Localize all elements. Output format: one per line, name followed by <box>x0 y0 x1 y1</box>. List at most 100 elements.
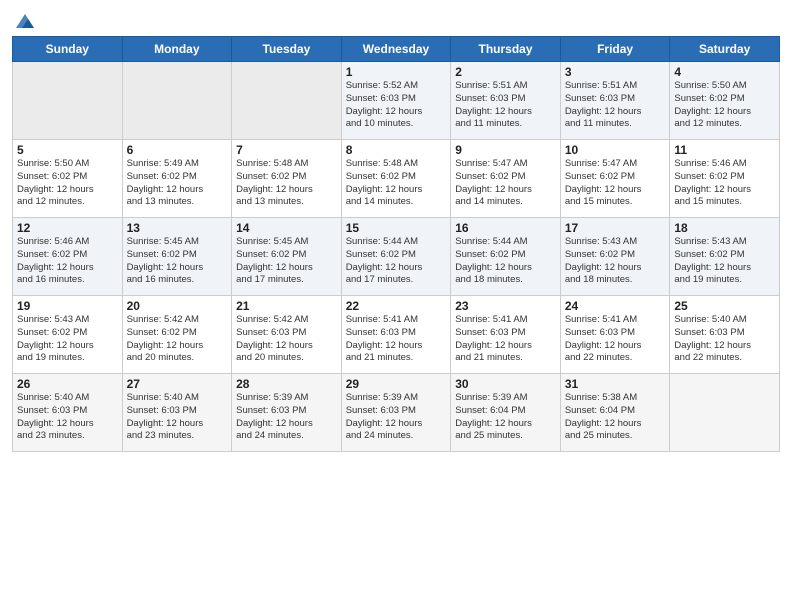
day-number: 2 <box>455 65 556 79</box>
day-number: 16 <box>455 221 556 235</box>
day-number: 26 <box>17 377 118 391</box>
day-number: 9 <box>455 143 556 157</box>
day-number: 12 <box>17 221 118 235</box>
calendar-week-row: 19Sunrise: 5:43 AM Sunset: 6:02 PM Dayli… <box>13 296 780 374</box>
calendar-week-row: 26Sunrise: 5:40 AM Sunset: 6:03 PM Dayli… <box>13 374 780 452</box>
day-number: 11 <box>674 143 775 157</box>
day-info: Sunrise: 5:41 AM Sunset: 6:03 PM Dayligh… <box>455 314 556 365</box>
day-info: Sunrise: 5:46 AM Sunset: 6:02 PM Dayligh… <box>674 158 775 209</box>
day-info: Sunrise: 5:51 AM Sunset: 6:03 PM Dayligh… <box>455 80 556 131</box>
weekday-header-monday: Monday <box>122 37 232 62</box>
day-number: 10 <box>565 143 666 157</box>
day-info: Sunrise: 5:47 AM Sunset: 6:02 PM Dayligh… <box>565 158 666 209</box>
calendar-cell: 24Sunrise: 5:41 AM Sunset: 6:03 PM Dayli… <box>560 296 670 374</box>
calendar-cell: 8Sunrise: 5:48 AM Sunset: 6:02 PM Daylig… <box>341 140 451 218</box>
day-number: 4 <box>674 65 775 79</box>
day-info: Sunrise: 5:43 AM Sunset: 6:02 PM Dayligh… <box>674 236 775 287</box>
day-info: Sunrise: 5:45 AM Sunset: 6:02 PM Dayligh… <box>127 236 228 287</box>
calendar-cell <box>122 62 232 140</box>
day-number: 31 <box>565 377 666 391</box>
calendar-cell: 22Sunrise: 5:41 AM Sunset: 6:03 PM Dayli… <box>341 296 451 374</box>
day-number: 17 <box>565 221 666 235</box>
day-info: Sunrise: 5:48 AM Sunset: 6:02 PM Dayligh… <box>346 158 447 209</box>
day-number: 18 <box>674 221 775 235</box>
day-info: Sunrise: 5:43 AM Sunset: 6:02 PM Dayligh… <box>565 236 666 287</box>
weekday-header-wednesday: Wednesday <box>341 37 451 62</box>
calendar-cell: 25Sunrise: 5:40 AM Sunset: 6:03 PM Dayli… <box>670 296 780 374</box>
page: SundayMondayTuesdayWednesdayThursdayFrid… <box>0 0 792 612</box>
day-info: Sunrise: 5:50 AM Sunset: 6:02 PM Dayligh… <box>674 80 775 131</box>
day-number: 20 <box>127 299 228 313</box>
day-info: Sunrise: 5:39 AM Sunset: 6:03 PM Dayligh… <box>346 392 447 443</box>
day-info: Sunrise: 5:44 AM Sunset: 6:02 PM Dayligh… <box>346 236 447 287</box>
weekday-header-friday: Friday <box>560 37 670 62</box>
calendar-cell: 7Sunrise: 5:48 AM Sunset: 6:02 PM Daylig… <box>232 140 342 218</box>
calendar-cell: 5Sunrise: 5:50 AM Sunset: 6:02 PM Daylig… <box>13 140 123 218</box>
logo <box>12 10 36 28</box>
calendar-cell: 17Sunrise: 5:43 AM Sunset: 6:02 PM Dayli… <box>560 218 670 296</box>
calendar-cell: 13Sunrise: 5:45 AM Sunset: 6:02 PM Dayli… <box>122 218 232 296</box>
day-info: Sunrise: 5:52 AM Sunset: 6:03 PM Dayligh… <box>346 80 447 131</box>
calendar-cell: 6Sunrise: 5:49 AM Sunset: 6:02 PM Daylig… <box>122 140 232 218</box>
calendar-cell: 18Sunrise: 5:43 AM Sunset: 6:02 PM Dayli… <box>670 218 780 296</box>
day-info: Sunrise: 5:42 AM Sunset: 6:02 PM Dayligh… <box>127 314 228 365</box>
calendar-cell: 20Sunrise: 5:42 AM Sunset: 6:02 PM Dayli… <box>122 296 232 374</box>
day-number: 29 <box>346 377 447 391</box>
day-info: Sunrise: 5:38 AM Sunset: 6:04 PM Dayligh… <box>565 392 666 443</box>
day-info: Sunrise: 5:40 AM Sunset: 6:03 PM Dayligh… <box>127 392 228 443</box>
calendar-cell <box>670 374 780 452</box>
day-number: 1 <box>346 65 447 79</box>
day-number: 3 <box>565 65 666 79</box>
calendar-cell: 1Sunrise: 5:52 AM Sunset: 6:03 PM Daylig… <box>341 62 451 140</box>
logo-icon <box>14 10 36 32</box>
header <box>12 10 780 28</box>
day-info: Sunrise: 5:40 AM Sunset: 6:03 PM Dayligh… <box>674 314 775 365</box>
day-number: 25 <box>674 299 775 313</box>
day-info: Sunrise: 5:48 AM Sunset: 6:02 PM Dayligh… <box>236 158 337 209</box>
day-number: 22 <box>346 299 447 313</box>
calendar-week-row: 1Sunrise: 5:52 AM Sunset: 6:03 PM Daylig… <box>13 62 780 140</box>
calendar-cell: 3Sunrise: 5:51 AM Sunset: 6:03 PM Daylig… <box>560 62 670 140</box>
day-info: Sunrise: 5:47 AM Sunset: 6:02 PM Dayligh… <box>455 158 556 209</box>
calendar-cell: 30Sunrise: 5:39 AM Sunset: 6:04 PM Dayli… <box>451 374 561 452</box>
calendar: SundayMondayTuesdayWednesdayThursdayFrid… <box>12 36 780 452</box>
calendar-cell: 4Sunrise: 5:50 AM Sunset: 6:02 PM Daylig… <box>670 62 780 140</box>
calendar-cell: 29Sunrise: 5:39 AM Sunset: 6:03 PM Dayli… <box>341 374 451 452</box>
calendar-cell: 14Sunrise: 5:45 AM Sunset: 6:02 PM Dayli… <box>232 218 342 296</box>
calendar-cell <box>232 62 342 140</box>
calendar-cell: 31Sunrise: 5:38 AM Sunset: 6:04 PM Dayli… <box>560 374 670 452</box>
day-number: 19 <box>17 299 118 313</box>
calendar-cell: 11Sunrise: 5:46 AM Sunset: 6:02 PM Dayli… <box>670 140 780 218</box>
day-number: 27 <box>127 377 228 391</box>
weekday-header-tuesday: Tuesday <box>232 37 342 62</box>
day-number: 6 <box>127 143 228 157</box>
day-info: Sunrise: 5:42 AM Sunset: 6:03 PM Dayligh… <box>236 314 337 365</box>
calendar-cell <box>13 62 123 140</box>
day-number: 13 <box>127 221 228 235</box>
calendar-cell: 12Sunrise: 5:46 AM Sunset: 6:02 PM Dayli… <box>13 218 123 296</box>
day-info: Sunrise: 5:41 AM Sunset: 6:03 PM Dayligh… <box>346 314 447 365</box>
calendar-cell: 19Sunrise: 5:43 AM Sunset: 6:02 PM Dayli… <box>13 296 123 374</box>
day-number: 5 <box>17 143 118 157</box>
calendar-cell: 10Sunrise: 5:47 AM Sunset: 6:02 PM Dayli… <box>560 140 670 218</box>
day-info: Sunrise: 5:45 AM Sunset: 6:02 PM Dayligh… <box>236 236 337 287</box>
day-info: Sunrise: 5:46 AM Sunset: 6:02 PM Dayligh… <box>17 236 118 287</box>
calendar-header-row: SundayMondayTuesdayWednesdayThursdayFrid… <box>13 37 780 62</box>
day-number: 28 <box>236 377 337 391</box>
calendar-cell: 16Sunrise: 5:44 AM Sunset: 6:02 PM Dayli… <box>451 218 561 296</box>
day-number: 8 <box>346 143 447 157</box>
calendar-cell: 15Sunrise: 5:44 AM Sunset: 6:02 PM Dayli… <box>341 218 451 296</box>
calendar-week-row: 12Sunrise: 5:46 AM Sunset: 6:02 PM Dayli… <box>13 218 780 296</box>
day-info: Sunrise: 5:40 AM Sunset: 6:03 PM Dayligh… <box>17 392 118 443</box>
weekday-header-thursday: Thursday <box>451 37 561 62</box>
day-info: Sunrise: 5:43 AM Sunset: 6:02 PM Dayligh… <box>17 314 118 365</box>
day-number: 21 <box>236 299 337 313</box>
day-number: 30 <box>455 377 556 391</box>
day-number: 23 <box>455 299 556 313</box>
calendar-cell: 28Sunrise: 5:39 AM Sunset: 6:03 PM Dayli… <box>232 374 342 452</box>
day-info: Sunrise: 5:50 AM Sunset: 6:02 PM Dayligh… <box>17 158 118 209</box>
day-info: Sunrise: 5:39 AM Sunset: 6:04 PM Dayligh… <box>455 392 556 443</box>
day-info: Sunrise: 5:39 AM Sunset: 6:03 PM Dayligh… <box>236 392 337 443</box>
day-info: Sunrise: 5:44 AM Sunset: 6:02 PM Dayligh… <box>455 236 556 287</box>
day-number: 7 <box>236 143 337 157</box>
